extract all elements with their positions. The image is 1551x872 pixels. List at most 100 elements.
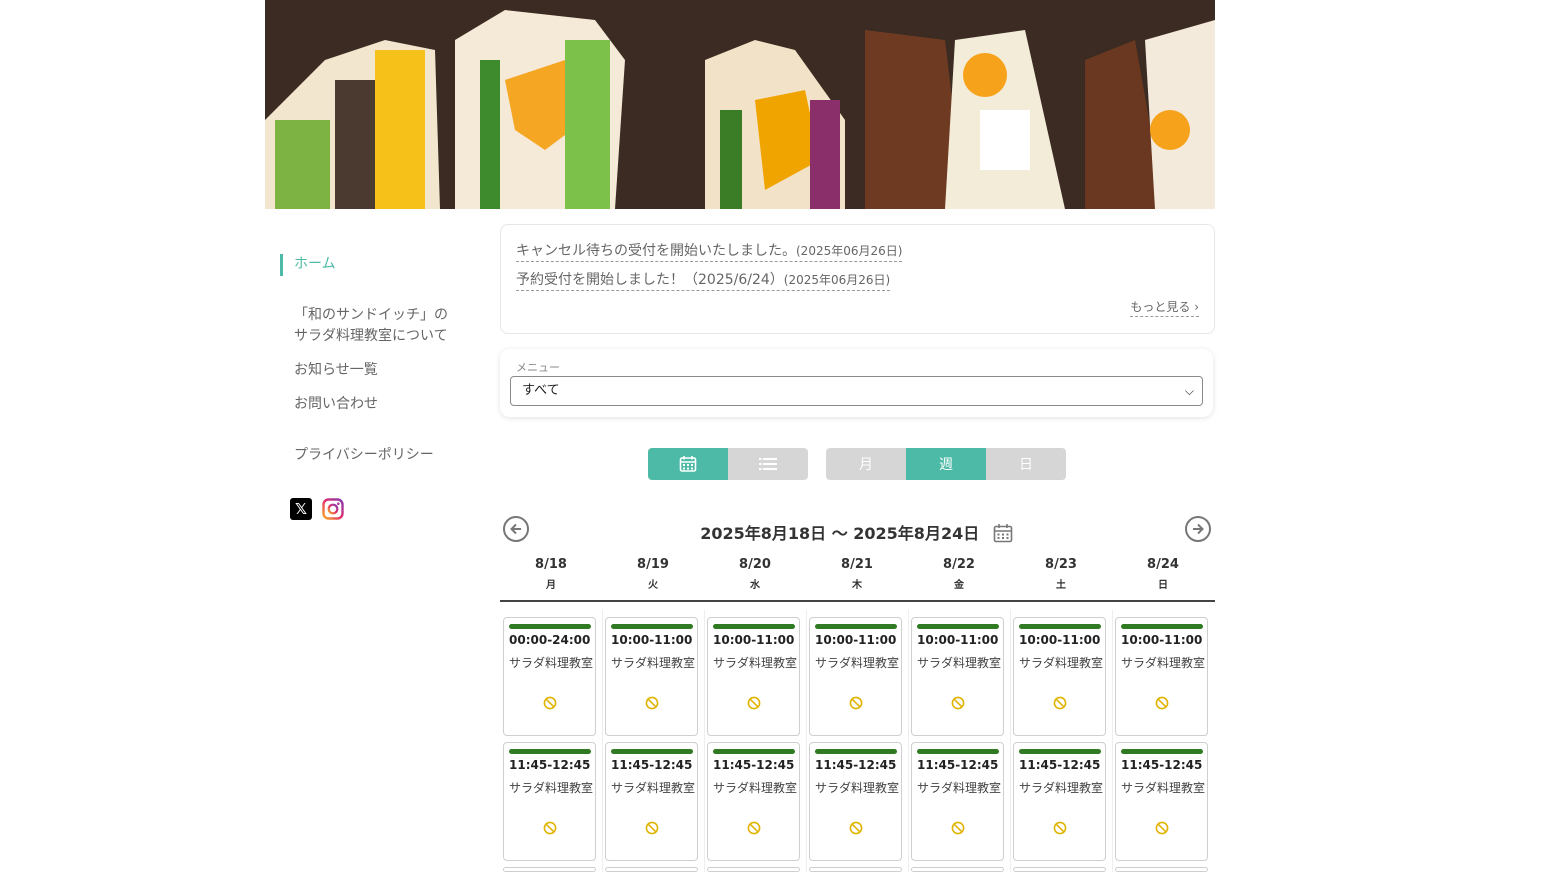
slot-title: サラダ料理教室 (509, 656, 594, 670)
menu-label: メニュー (516, 361, 560, 374)
menu-filter-panel: メニュー すべて ⌵ (500, 349, 1213, 417)
availability-bar (713, 749, 795, 754)
x-icon[interactable]: 𝕏 (290, 498, 312, 520)
slot-time: 10:00-11:00 (917, 633, 999, 647)
slot-time: 10:00-11:00 (713, 633, 795, 647)
time-slot-card[interactable]: 10:00-11:00 サラダ料理教室 (605, 617, 698, 736)
news-item[interactable]: 予約受付を開始しました！（2025/6/24）(2025年06月26日) (516, 270, 891, 291)
news-panel: キャンセル待ちの受付を開始いたしました。(2025年06月26日) 予約受付を開… (500, 224, 1215, 334)
time-slot-card[interactable]: 10:00-11:00 サラダ料理教室 (1013, 617, 1106, 736)
unavailable-icon (747, 820, 761, 835)
sidebar-item-contact[interactable]: お問い合わせ (294, 394, 378, 415)
availability-bar (1121, 624, 1203, 629)
slot-title: サラダ料理教室 (611, 781, 696, 795)
instagram-icon[interactable] (322, 498, 344, 520)
slot-time: 10:00-11:00 (1019, 633, 1101, 647)
list-view-button[interactable] (728, 448, 808, 480)
unavailable-icon (849, 695, 863, 710)
news-item[interactable]: キャンセル待ちの受付を開始いたしました。(2025年06月26日) (516, 241, 903, 262)
unavailable-icon (951, 695, 965, 710)
sidebar-item-privacy[interactable]: プライバシーポリシー (294, 445, 434, 466)
slot-time: 11:45-12:45 (1019, 758, 1101, 772)
unavailable-icon (543, 820, 557, 835)
more-news-label: もっと見る (1130, 300, 1191, 314)
sidebar-item-about-line1[interactable]: 「和のサンドイッチ」の (294, 305, 448, 326)
availability-bar (1019, 624, 1101, 629)
day-header: 8/24 日 (1147, 557, 1179, 591)
time-slot-card[interactable] (1013, 867, 1106, 872)
calendar-view-button[interactable] (648, 448, 728, 480)
slot-title: サラダ料理教室 (815, 656, 900, 670)
slot-time: 11:45-12:45 (917, 758, 999, 772)
unavailable-icon (1155, 695, 1169, 710)
time-slot-card[interactable]: 10:00-11:00 サラダ料理教室 (707, 617, 800, 736)
sidebar-item-about-line2[interactable]: サラダ料理教室について (294, 326, 448, 347)
sidebar-item-news[interactable]: お知らせ一覧 (294, 360, 378, 381)
slot-title: サラダ料理教室 (917, 656, 1002, 670)
time-slot-card[interactable]: 11:45-12:45 サラダ料理教室 (707, 742, 800, 861)
week-button[interactable]: 週 (906, 448, 986, 480)
time-slot-card[interactable] (707, 867, 800, 872)
range-toggle: 月 週 日 (826, 448, 1066, 480)
time-slot-card[interactable] (809, 867, 902, 872)
day-button[interactable]: 日 (986, 448, 1066, 480)
time-slot-card[interactable]: 11:45-12:45 サラダ料理教室 (503, 742, 596, 861)
next-week-button[interactable] (1185, 516, 1211, 542)
unavailable-icon (645, 695, 659, 710)
time-slot-card[interactable]: 11:45-12:45 サラダ料理教室 (809, 742, 902, 861)
unavailable-icon (747, 695, 761, 710)
month-button[interactable]: 月 (826, 448, 906, 480)
news-item-date: (2025年06月26日) (783, 273, 891, 287)
time-slot-card[interactable]: 11:45-12:45 サラダ料理教室 (605, 742, 698, 861)
calendar-picker-icon[interactable] (993, 523, 1013, 543)
unavailable-icon (543, 695, 557, 710)
unavailable-icon (1053, 820, 1067, 835)
calendar-icon (679, 456, 697, 472)
availability-bar (509, 624, 591, 629)
day-header: 8/23 土 (1045, 557, 1077, 591)
slot-time: 10:00-11:00 (1121, 633, 1203, 647)
slot-time: 11:45-12:45 (1121, 758, 1203, 772)
column-divider (908, 610, 909, 872)
news-item-text: 予約受付を開始しました！（2025/6/24） (516, 272, 784, 288)
time-slot-card[interactable]: 10:00-11:00 サラダ料理教室 (809, 617, 902, 736)
more-news-link[interactable]: もっと見る › (1130, 298, 1199, 317)
slot-title: サラダ料理教室 (509, 781, 594, 795)
menu-selected-value: すべて (522, 383, 560, 398)
slot-time: 10:00-11:00 (815, 633, 897, 647)
availability-bar (611, 624, 693, 629)
column-divider (704, 610, 705, 872)
slot-title: サラダ料理教室 (815, 781, 900, 795)
chevron-right-icon: › (1194, 300, 1199, 314)
time-slot-card[interactable]: 11:45-12:45 サラダ料理教室 (1013, 742, 1106, 861)
time-slot-card[interactable]: 10:00-11:00 サラダ料理教室 (911, 617, 1004, 736)
column-divider (1112, 610, 1113, 872)
time-slot-card[interactable]: 11:45-12:45 サラダ料理教室 (1115, 742, 1208, 861)
news-item-text: キャンセル待ちの受付を開始いたしました。 (516, 243, 796, 259)
time-slot-card[interactable] (605, 867, 698, 872)
availability-bar (815, 624, 897, 629)
column-divider (1010, 610, 1011, 872)
time-slot-card[interactable]: 00:00-24:00 サラダ料理教室 (503, 617, 596, 736)
availability-bar (611, 749, 693, 754)
column-divider (806, 610, 807, 872)
availability-bar (713, 624, 795, 629)
time-slot-card[interactable] (503, 867, 596, 872)
arrow-right-icon (1193, 523, 1204, 535)
slot-title: サラダ料理教室 (611, 656, 696, 670)
time-slot-card[interactable]: 11:45-12:45 サラダ料理教室 (911, 742, 1004, 861)
time-slot-card[interactable] (1115, 867, 1208, 872)
time-slot-card[interactable]: 10:00-11:00 サラダ料理教室 (1115, 617, 1208, 736)
menu-select[interactable]: すべて ⌵ (510, 376, 1203, 406)
social-links: 𝕏 (290, 498, 344, 520)
slot-title: サラダ料理教室 (1019, 656, 1104, 670)
sidebar-item-home[interactable]: ホーム (294, 254, 336, 275)
unavailable-icon (1053, 695, 1067, 710)
day-header: 8/21 木 (841, 557, 873, 591)
slot-title: サラダ料理教室 (713, 656, 798, 670)
time-slot-card[interactable] (911, 867, 1004, 872)
unavailable-icon (849, 820, 863, 835)
slot-time: 11:45-12:45 (611, 758, 693, 772)
day-header: 8/22 金 (943, 557, 975, 591)
hero-banner-image (265, 0, 1215, 209)
